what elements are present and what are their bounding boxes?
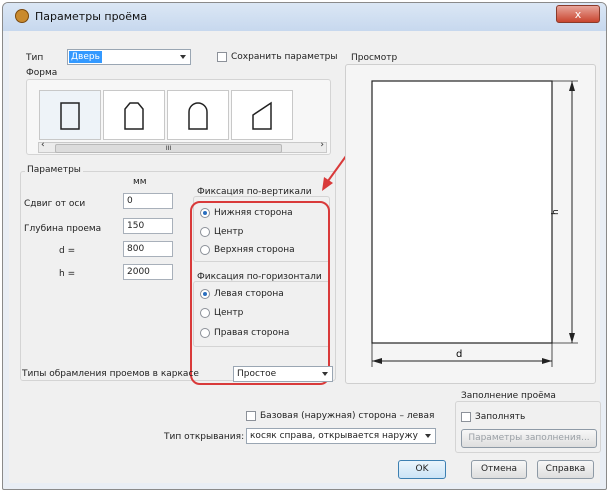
params-title: Параметры (25, 165, 83, 175)
param-label-depth: Глубина проема (24, 224, 102, 234)
width-dimension-label: d (456, 349, 462, 360)
shape-scrollbar[interactable]: ‹ III › (38, 140, 327, 153)
frame-type-select[interactable]: Простое (233, 366, 333, 382)
slanted-shape-icon (252, 101, 272, 130)
frame-type-label: Типы обрамления проемов в каркасе (22, 369, 199, 379)
opening-type-value: косяк справа, открывается наружу (250, 431, 418, 441)
depth-input[interactable]: 150 (123, 218, 173, 234)
save-params-label: Сохранить параметры (231, 52, 338, 62)
param-label-shift: Сдвиг от оси (24, 199, 86, 209)
shift-input[interactable]: 0 (123, 193, 173, 209)
opening-type-label: Тип открывания: (164, 432, 245, 442)
ok-button[interactable]: OK (398, 460, 446, 479)
base-side-label: Базовая (наружная) сторона – левая (260, 411, 435, 421)
dropdown-arrow-icon (425, 434, 431, 438)
dialog-window: Параметры проёма x Тип Дверь Сохранить п… (2, 2, 607, 490)
d-input[interactable]: 800 (123, 241, 173, 257)
preview-canvas: h d (371, 80, 578, 367)
dropdown-arrow-icon (322, 372, 328, 376)
type-select[interactable]: Дверь (67, 49, 191, 65)
arched-shape-icon (188, 102, 208, 130)
rectangle-shape-icon (60, 102, 80, 130)
save-params-checkbox[interactable] (217, 52, 227, 62)
dialog-body: Тип Дверь Сохранить параметры Форма ‹ II… (9, 31, 601, 483)
param-label-h: h = (59, 269, 76, 279)
frame-type-value: Простое (237, 369, 277, 379)
shape-tile-arched[interactable] (167, 90, 229, 140)
unit-label: мм (133, 177, 147, 187)
scroll-left-icon[interactable]: ‹ (41, 140, 45, 150)
base-side-checkbox[interactable] (246, 411, 256, 421)
param-label-d: d = (59, 246, 76, 256)
window-title: Параметры проёма (35, 10, 148, 23)
fill-checkbox-label: Заполнять (475, 412, 526, 422)
preview-title: Просмотр (351, 53, 398, 63)
help-button[interactable]: Справка (537, 460, 594, 479)
type-select-value: Дверь (69, 51, 102, 63)
scroll-thumb[interactable]: III (55, 144, 282, 153)
fill-title: Заполнение проёма (461, 391, 556, 401)
close-icon[interactable]: x (556, 5, 600, 23)
shape-tile-slanted[interactable] (231, 90, 293, 140)
type-label: Тип (26, 53, 44, 63)
app-icon (15, 9, 29, 23)
preview-panel: h d (345, 64, 596, 384)
annotation-highlight (190, 201, 330, 385)
opening-rectangle (371, 80, 553, 344)
fill-params-button[interactable]: Параметры заполнения... (461, 429, 597, 448)
form-label: Форма (26, 68, 58, 78)
title-bar[interactable]: Параметры проёма x (3, 3, 606, 31)
height-dimension-label: h (551, 209, 561, 215)
dropdown-arrow-icon (180, 55, 186, 59)
chamfered-shape-icon (124, 102, 144, 130)
fill-checkbox[interactable] (461, 412, 471, 422)
cancel-button[interactable]: Отмена (471, 460, 527, 479)
shape-tile-chamfered[interactable] (103, 90, 165, 140)
opening-type-select[interactable]: косяк справа, открывается наружу (246, 428, 436, 444)
shape-tile-rectangle[interactable] (39, 90, 101, 140)
h-input[interactable]: 2000 (123, 264, 173, 280)
